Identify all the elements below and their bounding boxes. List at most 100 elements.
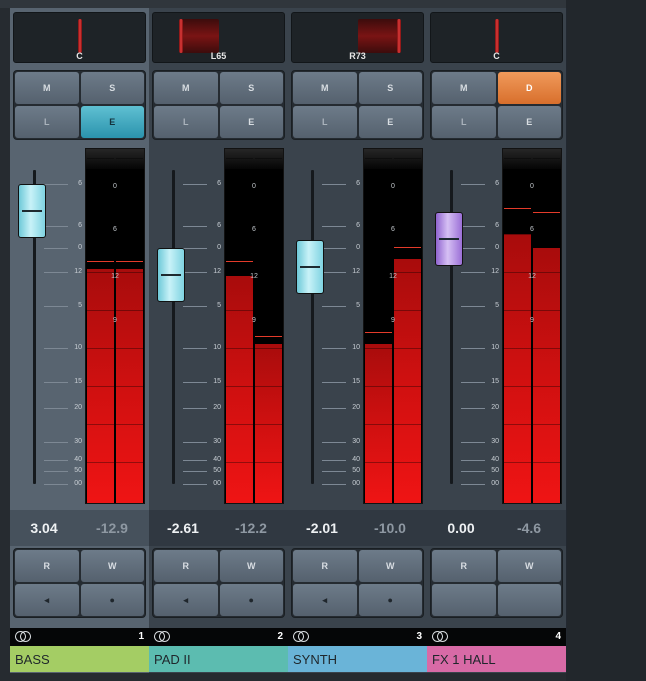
value-readouts: -2.01 -10.0 <box>288 510 427 546</box>
disable-button[interactable]: D <box>497 72 561 104</box>
pan-control[interactable]: C <box>430 12 563 63</box>
meter-segment-line <box>87 234 114 235</box>
stereo-link-icon[interactable] <box>15 631 31 642</box>
fader-scale-label: 20 <box>491 404 499 411</box>
pan-control[interactable]: R73 <box>291 12 424 63</box>
meter-segment-line <box>255 424 282 425</box>
fader-scale-label: 5 <box>217 302 221 309</box>
edit-button[interactable]: E <box>219 106 283 138</box>
meter-channel-left <box>365 149 392 503</box>
channel-strip-4[interactable]: C M D L E 6 6 0 12 5 10 15 20 30 40 50 00 <box>427 8 567 673</box>
channel-name[interactable]: BASS <box>10 646 149 672</box>
fader-track[interactable] <box>172 170 175 484</box>
fader-track[interactable] <box>311 170 314 484</box>
read-automation-button[interactable]: R <box>293 550 357 582</box>
channel-strip-2[interactable]: L65 M S L E 6 6 0 12 5 10 15 20 30 40 50 00 <box>149 8 289 673</box>
read-automation-button[interactable]: R <box>154 550 218 582</box>
stereo-link-icon[interactable] <box>154 631 170 642</box>
fader-scale-tick <box>461 306 485 307</box>
read-automation-button[interactable]: R <box>432 550 496 582</box>
meter-peak-line <box>365 332 392 333</box>
monitor-button[interactable]: ◂ <box>154 584 218 616</box>
write-automation-button[interactable]: W <box>219 550 283 582</box>
monitor-button[interactable]: ◂ <box>15 584 79 616</box>
fader-section: 6 6 0 12 5 10 15 20 30 40 50 00 0 6 12 9 <box>149 148 288 510</box>
mixer-top-edge <box>0 0 566 8</box>
pan-indicator <box>179 19 184 53</box>
write-automation-button[interactable]: W <box>497 550 561 582</box>
fader-scale-label: 6 <box>78 222 82 229</box>
meter-scale-label: 9 <box>530 317 534 324</box>
peak-readout[interactable]: -10.0 <box>360 520 420 536</box>
listen-button[interactable]: L <box>293 106 357 138</box>
speaker-icon: ◂ <box>183 594 189 605</box>
record-enable-button[interactable]: ● <box>358 584 422 616</box>
volume-fader-handle[interactable] <box>157 248 185 302</box>
solo-button[interactable]: S <box>219 72 283 104</box>
volume-readout[interactable]: -2.61 <box>153 520 213 536</box>
fader-scale-label: 30 <box>491 438 499 445</box>
fader-scale-tick <box>322 226 346 227</box>
fader-scale-tick <box>44 272 68 273</box>
fader-scale-label: 00 <box>74 480 82 487</box>
channel-name[interactable]: PAD II <box>149 646 288 672</box>
mute-button[interactable]: M <box>154 72 218 104</box>
volume-readout[interactable]: -2.01 <box>292 520 352 536</box>
mute-button[interactable]: M <box>15 72 79 104</box>
mute-button[interactable]: M <box>293 72 357 104</box>
listen-button[interactable]: L <box>154 106 218 138</box>
fader-scale-tick <box>322 442 346 443</box>
mixer-background <box>566 0 646 681</box>
channel-name[interactable]: FX 1 HALL <box>427 646 566 672</box>
volume-fader-handle[interactable] <box>296 240 324 294</box>
fader-scale-label: 10 <box>491 344 499 351</box>
volume-fader-handle[interactable] <box>18 184 46 238</box>
channel-strip-3[interactable]: R73 M S L E 6 6 0 12 5 10 15 20 30 40 50 00 <box>288 8 428 673</box>
meter-scale-label: 6 <box>391 226 395 233</box>
write-automation-button[interactable]: W <box>80 550 144 582</box>
mute-button[interactable]: M <box>432 72 496 104</box>
fader-scale-label: 0 <box>217 244 221 251</box>
meter-segment-line <box>533 348 560 349</box>
meter-segment-line <box>87 196 114 197</box>
fader-scale-tick <box>461 348 485 349</box>
edit-button[interactable]: E <box>497 106 561 138</box>
automation-buttons: R W <box>430 548 563 618</box>
listen-button[interactable]: L <box>432 106 496 138</box>
fader-scale-label: 10 <box>352 344 360 351</box>
record-enable-button[interactable]: ● <box>80 584 144 616</box>
solo-button[interactable]: S <box>80 72 144 104</box>
meter-scale-label: 6 <box>530 226 534 233</box>
meter-segment-line <box>365 386 392 387</box>
volume-fader-handle[interactable] <box>435 212 463 266</box>
edit-button[interactable]: E <box>358 106 422 138</box>
stereo-link-icon[interactable] <box>432 631 448 642</box>
fader-scale-label: 15 <box>213 378 221 385</box>
meter-segment-line <box>394 386 421 387</box>
volume-readout[interactable]: 0.00 <box>431 520 491 536</box>
peak-readout[interactable]: -4.6 <box>499 520 559 536</box>
fader-scale-label: 5 <box>356 302 360 309</box>
peak-readout[interactable]: -12.2 <box>221 520 281 536</box>
channel-name[interactable]: SYNTH <box>288 646 427 672</box>
fader-scale-label: 20 <box>74 404 82 411</box>
read-automation-button[interactable]: R <box>15 550 79 582</box>
stereo-link-icon[interactable] <box>293 631 309 642</box>
fader-scale-label: 00 <box>491 480 499 487</box>
meter-segment-line <box>255 196 282 197</box>
meter-segment-line <box>87 310 114 311</box>
volume-readout[interactable]: 3.04 <box>14 520 74 536</box>
edit-button[interactable]: E <box>80 106 144 138</box>
write-automation-button[interactable]: W <box>358 550 422 582</box>
channel-strip-1[interactable]: C M S L E 6 6 0 12 5 10 15 20 30 40 50 00 <box>10 8 150 673</box>
record-enable-button[interactable]: ● <box>219 584 283 616</box>
solo-button[interactable]: S <box>358 72 422 104</box>
peak-readout[interactable]: -12.9 <box>82 520 142 536</box>
meter-scale-label: 0 <box>530 183 534 190</box>
meter-segment-line <box>226 158 253 159</box>
fader-scale-tick <box>461 471 485 472</box>
listen-button[interactable]: L <box>15 106 79 138</box>
monitor-button[interactable]: ◂ <box>293 584 357 616</box>
pan-control[interactable]: C <box>13 12 146 63</box>
pan-control[interactable]: L65 <box>152 12 285 63</box>
